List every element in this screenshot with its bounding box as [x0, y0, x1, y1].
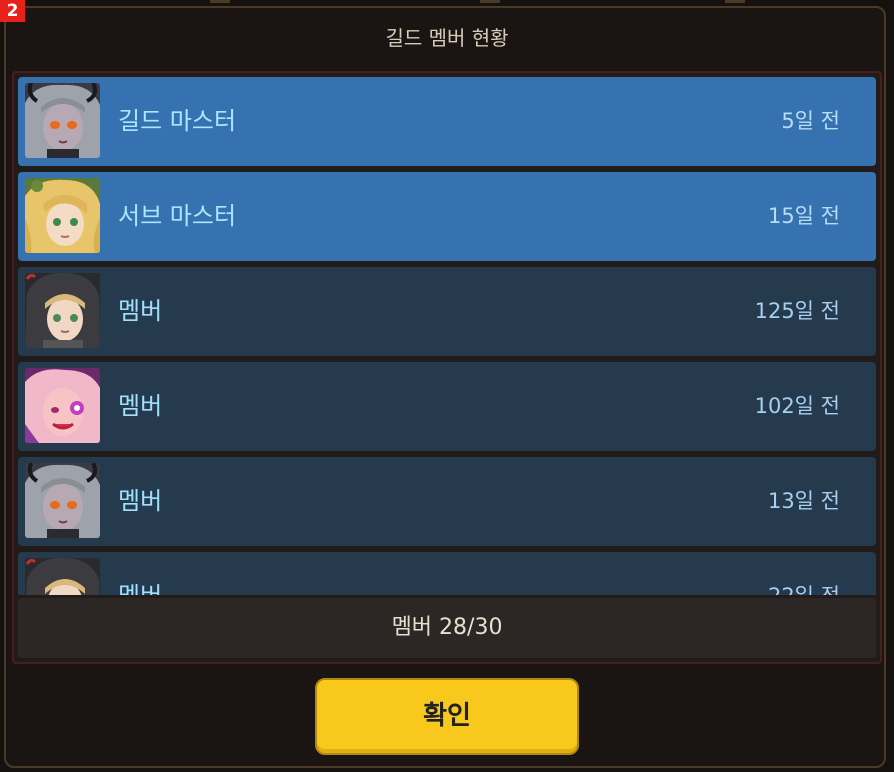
member-last-seen: 22일 전	[768, 552, 840, 595]
member-row[interactable]: 멤버 22일 전	[18, 552, 876, 595]
silver-hair-avatar-icon	[25, 463, 100, 538]
dialog-title: 길드 멤버 현황	[385, 26, 509, 50]
silver-hair-avatar-icon	[25, 83, 100, 158]
member-row[interactable]: 멤버 125일 전	[18, 267, 876, 356]
member-role: 멤버	[118, 552, 162, 595]
member-avatar	[25, 178, 100, 253]
member-row[interactable]: 멤버 13일 전	[18, 457, 876, 546]
member-list-panel: 길드 마스터 5일 전 서브 마스터 15일 전 멤버 125일 전 멤버 10…	[12, 71, 882, 664]
member-avatar	[25, 558, 100, 595]
member-row[interactable]: 서브 마스터 15일 전	[18, 172, 876, 261]
blonde-hair-avatar-icon	[25, 178, 100, 253]
confirm-button[interactable]: 확인	[315, 678, 579, 755]
member-last-seen: 5일 전	[781, 109, 840, 133]
pink-hair-avatar-icon	[25, 368, 100, 443]
member-last-seen: 102일 전	[754, 394, 840, 418]
member-last-seen: 13일 전	[767, 489, 840, 513]
frame-ornament	[210, 0, 230, 3]
guild-member-screen: 2 길드 멤버 현황 길드 마스터 5일 전 서브 마스터 15일 전 멤버 1…	[0, 0, 894, 772]
member-role: 길드 마스터	[118, 107, 237, 135]
member-role: 멤버	[118, 487, 163, 515]
member-avatar	[25, 463, 100, 538]
hooded-blonde-avatar-icon	[25, 558, 100, 595]
member-avatar	[25, 368, 100, 443]
notification-badge: 2	[0, 0, 25, 22]
member-list[interactable]: 길드 마스터 5일 전 서브 마스터 15일 전 멤버 125일 전 멤버 10…	[18, 77, 876, 595]
member-avatar	[25, 83, 100, 158]
member-last-seen: 15일 전	[767, 204, 840, 228]
member-role: 멤버	[118, 392, 163, 420]
member-last-seen: 125일 전	[754, 299, 840, 323]
member-row[interactable]: 길드 마스터 5일 전	[18, 77, 876, 166]
frame-ornament	[480, 0, 500, 3]
frame-ornament	[725, 0, 745, 3]
member-role: 멤버	[118, 297, 163, 325]
member-role: 서브 마스터	[118, 202, 237, 230]
member-avatar	[25, 273, 100, 348]
member-count-bar: 멤버 28/30	[18, 598, 876, 658]
member-row[interactable]: 멤버 102일 전	[18, 362, 876, 451]
hooded-blonde-avatar-icon	[25, 273, 100, 348]
